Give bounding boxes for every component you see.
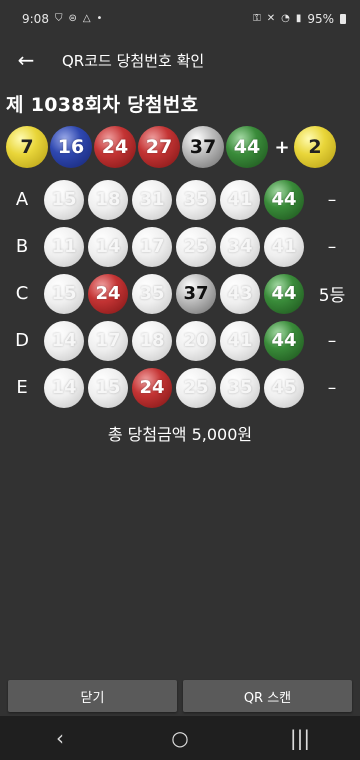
game-ball: 17 — [132, 226, 172, 267]
game-result: – — [327, 377, 337, 398]
status-right: ⚿ ✕ ◔ ▮ 95% — [253, 12, 346, 26]
game-row: A 15 18 31 35 41 44 – — [0, 176, 360, 223]
qr-scan-button[interactable]: QR 스캔 — [183, 680, 352, 712]
game-ball: 44 — [264, 320, 304, 361]
game-ball: 15 — [88, 367, 128, 408]
game-ball: 35 — [220, 367, 260, 408]
game-result: – — [327, 330, 337, 351]
game-ball: 34 — [220, 226, 260, 267]
mute-icon: ✕ — [266, 13, 276, 24]
game-ball: 43 — [220, 273, 260, 314]
battery-icon — [340, 14, 346, 24]
dot-icon: • — [96, 13, 103, 24]
game-ball: 20 — [176, 320, 216, 361]
game-ball: 15 — [44, 179, 84, 220]
signal-icon: ▮ — [295, 13, 302, 24]
bonus-ball: 2 — [294, 126, 336, 168]
game-ball: 24 — [88, 273, 128, 314]
game-ball: 35 — [176, 179, 216, 220]
game-ball: 24 — [132, 367, 172, 408]
game-result: 5등 — [318, 286, 346, 306]
warning-icon: △ — [82, 13, 91, 24]
plus-sign: + — [274, 136, 290, 158]
game-ball: 14 — [44, 367, 84, 408]
winning-ball: 44 — [226, 126, 268, 168]
status-left: 9:08 ⛉ ⊜ △ • — [22, 12, 102, 26]
game-label: C — [15, 283, 29, 304]
game-ball: 15 — [44, 273, 84, 314]
game-row: E 14 15 24 25 35 45 – — [0, 364, 360, 411]
game-ball: 35 — [132, 273, 172, 314]
app-title: QR코드 당첨번호 확인 — [62, 51, 205, 70]
button-bar: 닫기 QR 스캔 — [8, 680, 352, 712]
back-arrow-icon[interactable]: ← — [0, 48, 52, 72]
game-ball: 45 — [264, 367, 304, 408]
game-ball: 44 — [264, 273, 304, 314]
lock-icon: ⊜ — [68, 13, 77, 24]
nav-recents-icon[interactable]: ||| — [270, 726, 330, 750]
game-ball: 44 — [264, 179, 304, 220]
game-row: B 11 14 17 25 34 41 – — [0, 223, 360, 270]
game-ball: 25 — [176, 226, 216, 267]
game-ball: 31 — [132, 179, 172, 220]
game-ball: 14 — [44, 320, 84, 361]
game-ball: 11 — [44, 226, 84, 267]
winning-ball: 27 — [138, 126, 180, 168]
game-row: C 15 24 35 37 43 44 5등 — [0, 270, 360, 317]
nav-back-icon[interactable]: ‹ — [30, 726, 90, 750]
game-ball: 25 — [176, 367, 216, 408]
game-label: B — [15, 236, 29, 257]
game-row: D 14 17 18 20 41 44 – — [0, 317, 360, 364]
winning-ball: 37 — [182, 126, 224, 168]
winning-ball: 7 — [6, 126, 48, 168]
game-result: – — [327, 236, 337, 257]
game-ball: 14 — [88, 226, 128, 267]
game-ball: 18 — [132, 320, 172, 361]
game-result: – — [327, 189, 337, 210]
key-icon: ⚿ — [253, 13, 261, 24]
game-label: E — [16, 377, 28, 398]
game-ball: 41 — [220, 179, 260, 220]
winning-ball: 24 — [94, 126, 136, 168]
game-label: A — [15, 189, 29, 210]
battery-percent: 95% — [307, 12, 334, 26]
app-bar: ← QR코드 당첨번호 확인 — [0, 38, 360, 82]
game-ball: 41 — [220, 320, 260, 361]
game-ball: 41 — [264, 226, 304, 267]
game-ball: 17 — [88, 320, 128, 361]
nav-home-icon[interactable]: ○ — [150, 726, 210, 750]
system-nav-bar: ‹ ○ ||| — [0, 716, 360, 760]
wifi-icon: ◔ — [281, 13, 290, 24]
game-ball: 37 — [176, 273, 216, 314]
winning-numbers: 7 16 24 27 37 44 + 2 — [0, 124, 360, 170]
game-label: D — [15, 330, 29, 351]
game-ball: 18 — [88, 179, 128, 220]
close-button[interactable]: 닫기 — [8, 680, 177, 712]
status-bar: 9:08 ⛉ ⊜ △ • ⚿ ✕ ◔ ▮ 95% — [0, 0, 360, 38]
total-prize: 총 당첨금액 5,000원 — [107, 425, 253, 444]
status-time: 9:08 — [22, 12, 49, 26]
winning-ball: 16 — [50, 126, 92, 168]
notification-icon: ⛉ — [54, 13, 63, 24]
draw-title: 제 1038회차 당첨번호 — [6, 94, 199, 116]
game-list: A 15 18 31 35 41 44 – B 11 14 17 25 34 4… — [0, 176, 360, 411]
